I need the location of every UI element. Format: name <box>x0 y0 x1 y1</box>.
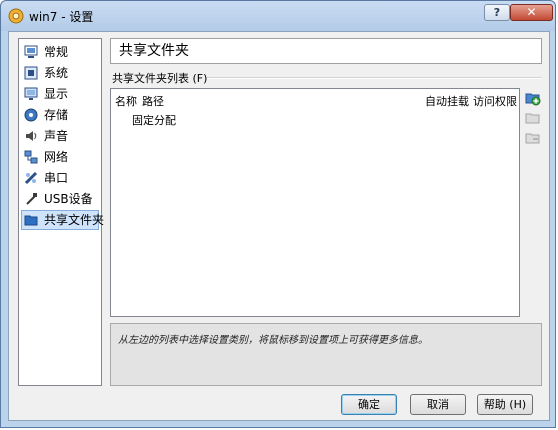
close-icon: ✕ <box>526 5 537 19</box>
sidebar-item-label: 共享文件夹 <box>44 213 105 227</box>
sidebar-item-label: 存储 <box>44 108 69 122</box>
dialog-body: 常规 系统 显示 存储 声音 网络 串口 USB设备 共享文件夹 共享文件夹 共… <box>8 31 550 421</box>
help-title-button[interactable]: ? <box>484 4 510 21</box>
settings-window: win7 - 设置 ? ✕ 常规 系统 显示 存储 声音 网络 串口 USB设备… <box>0 0 556 428</box>
sidebar-item-label: 系统 <box>44 66 69 80</box>
network-icon <box>24 150 38 164</box>
sidebar-item-serial-port[interactable]: 串口 <box>21 168 99 188</box>
column-header-name[interactable]: 名称 <box>115 93 137 109</box>
title-bar[interactable]: win7 - 设置 ? ✕ <box>1 1 555 31</box>
sidebar-item-label: 网络 <box>44 150 69 164</box>
sidebar-item-label: 显示 <box>44 87 69 101</box>
shared-folders-list[interactable]: 名称 路径 自动挂载 访问权限 固定分配 <box>110 88 520 317</box>
cancel-button-label: 取消 <box>427 398 449 411</box>
usb-icon <box>26 193 37 205</box>
settings-category-list[interactable]: 常规 系统 显示 存储 声音 网络 串口 USB设备 共享文件夹 <box>18 38 104 386</box>
close-button[interactable]: ✕ <box>510 4 553 21</box>
general-icon <box>24 45 38 58</box>
sidebar-item-system[interactable]: 系统 <box>21 63 99 83</box>
group-divider <box>207 77 542 79</box>
info-panel: 从左边的列表中选择设置类别，将鼠标移到设置项上可获得更多信息。 <box>110 323 542 386</box>
sidebar-item-label: USB设备 <box>44 192 93 206</box>
sidebar-item-label: 串口 <box>44 171 69 185</box>
help-button-label: 帮助 (H) <box>483 398 527 411</box>
serial-port-icon <box>24 171 38 185</box>
sidebar-item-usb[interactable]: USB设备 <box>21 189 99 209</box>
column-header-auto-mount[interactable]: 自动挂载 <box>425 93 469 109</box>
list-item[interactable]: 固定分配 <box>132 112 176 128</box>
sidebar-item-display[interactable]: 显示 <box>21 84 99 104</box>
help-glyph: ? <box>493 6 501 19</box>
edit-shared-folder-button[interactable] <box>525 110 541 126</box>
column-header-access[interactable]: 访问权限 <box>473 93 517 109</box>
audio-icon <box>26 131 37 141</box>
ok-button[interactable]: 确定 <box>341 394 397 415</box>
info-text: 从左边的列表中选择设置类别，将鼠标移到设置项上可获得更多信息。 <box>118 335 428 346</box>
sidebar-item-network[interactable]: 网络 <box>21 147 99 167</box>
sidebar-item-label: 声音 <box>44 129 69 143</box>
storage-icon <box>24 108 38 122</box>
sidebar-item-storage[interactable]: 存储 <box>21 105 99 125</box>
sidebar-item-shared-folders[interactable]: 共享文件夹 <box>21 210 104 230</box>
sidebar-item-label: 常规 <box>44 45 69 59</box>
display-icon <box>24 87 38 100</box>
page-title: 共享文件夹 <box>110 38 542 64</box>
system-icon <box>24 66 38 80</box>
column-header-path[interactable]: 路径 <box>142 93 164 109</box>
add-shared-folder-button[interactable] <box>525 90 541 106</box>
shared-folders-list-label: 共享文件夹列表 (F) <box>112 72 208 85</box>
ok-button-label: 确定 <box>358 398 380 411</box>
shared-folder-icon <box>24 215 38 226</box>
remove-shared-folder-button[interactable] <box>525 130 541 146</box>
help-button[interactable]: 帮助 (H) <box>477 394 533 415</box>
sidebar-item-general[interactable]: 常规 <box>21 42 99 62</box>
virtualbox-app-icon <box>8 8 24 24</box>
window-title: win7 - 设置 <box>29 10 94 24</box>
sidebar-item-audio[interactable]: 声音 <box>21 126 99 146</box>
cancel-button[interactable]: 取消 <box>410 394 466 415</box>
